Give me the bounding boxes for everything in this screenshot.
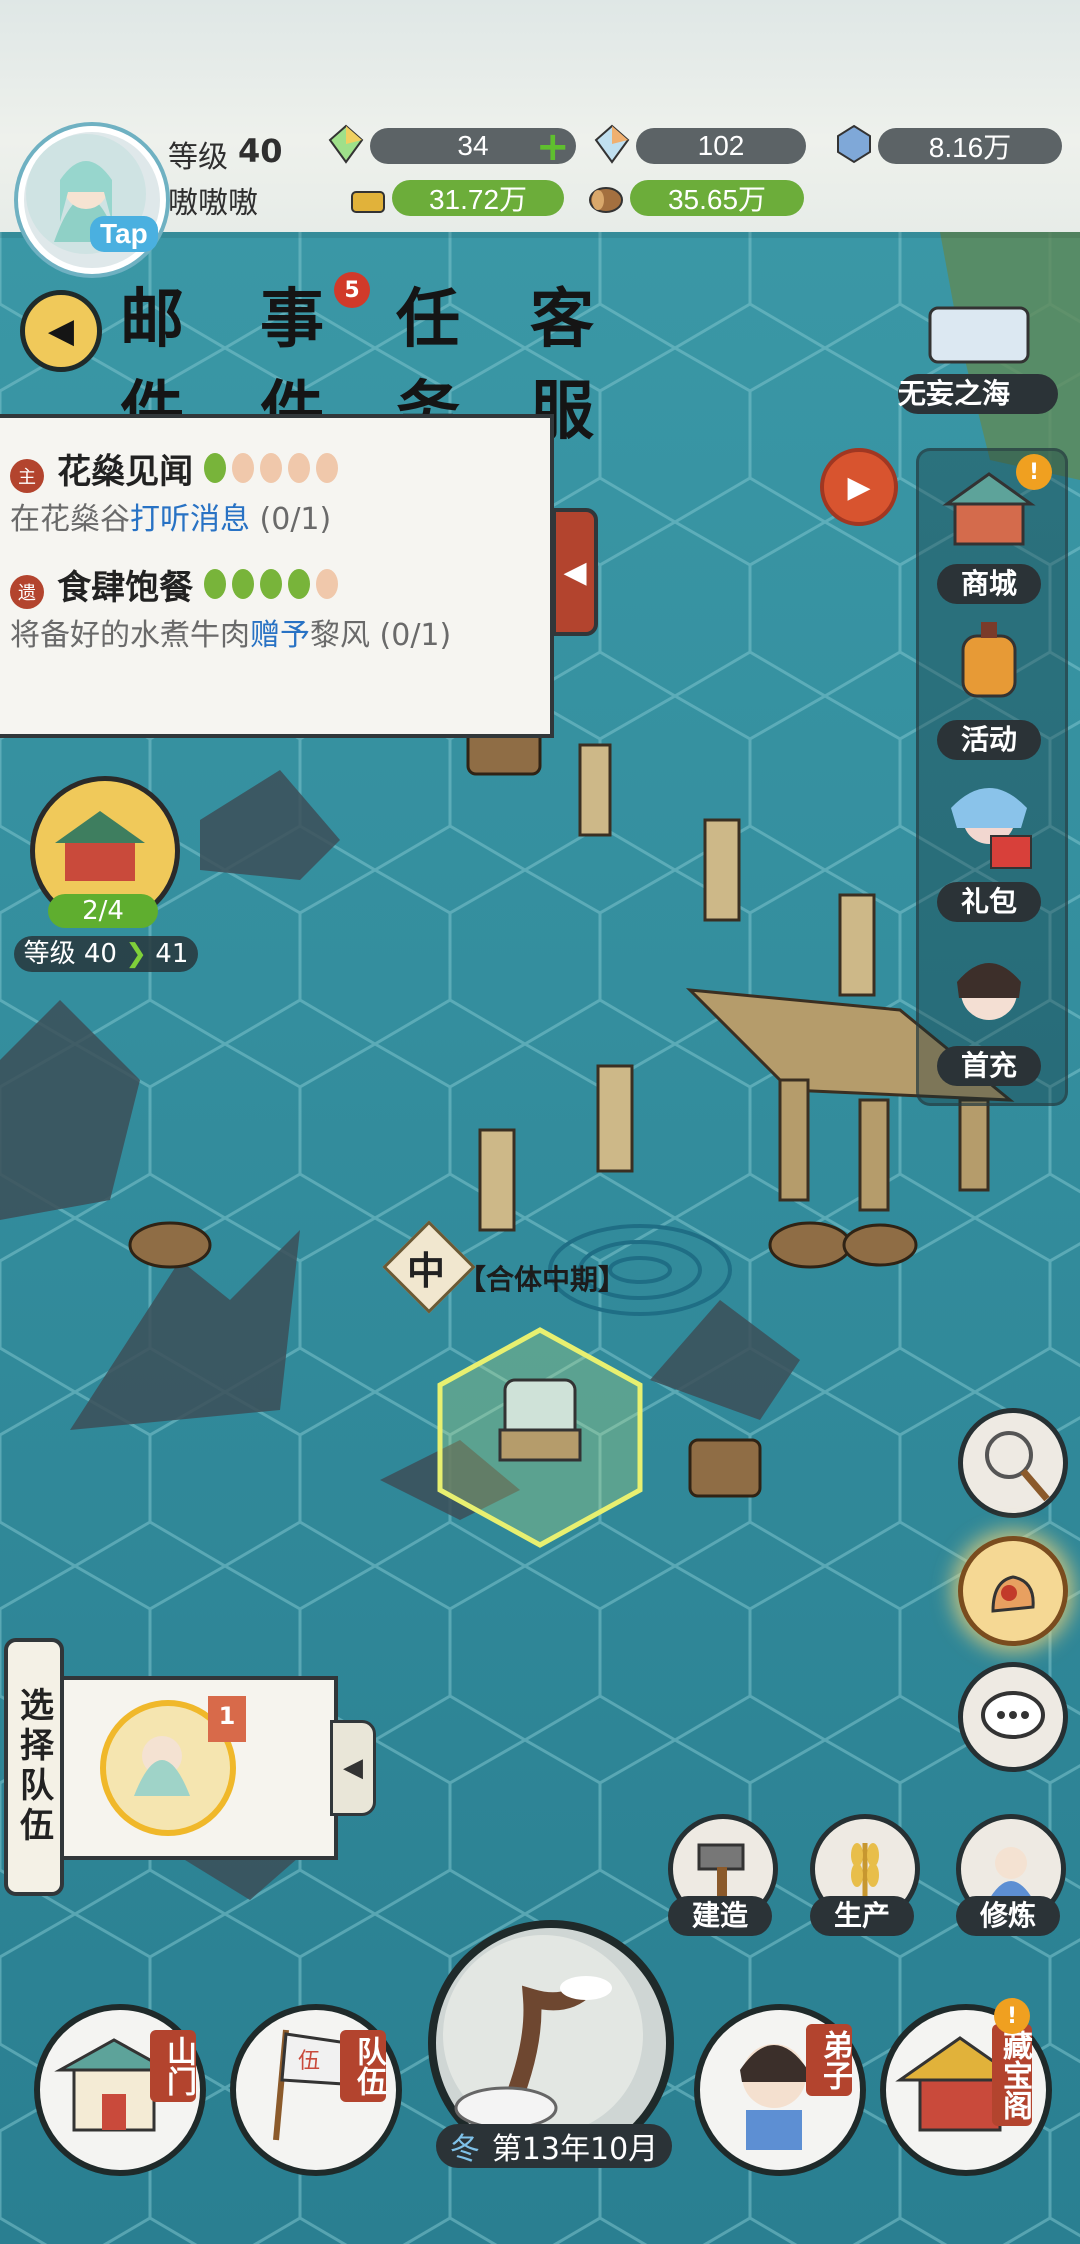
chat-bubble-icon: [981, 1691, 1045, 1739]
player-name: 嗷嗷嗷: [168, 186, 258, 221]
tab-service[interactable]: 客服: [530, 268, 650, 449]
season-label: 冬: [449, 2132, 480, 2167]
sidebar-item-label: 活动: [937, 720, 1041, 760]
quest-panel: 主 花燊见闻 在花燊谷打听消息 (0/1) 遗 食肆饱餐 将备好的水煮牛肉赠予黎…: [0, 414, 554, 738]
arrow-left-icon: ◀: [343, 1753, 363, 1783]
nav-treasure-pavilion-label: 藏宝阁: [992, 2024, 1032, 2126]
wood-icon: [589, 187, 623, 213]
quest-description: 在花燊谷打听消息 (0/1): [10, 501, 530, 539]
sidebar-item-label: 首充: [937, 1046, 1041, 1086]
arrow-right-icon: ▶: [847, 469, 871, 505]
resource-wood: 35.65万: [630, 180, 804, 216]
sidebar-item-label: 礼包: [937, 882, 1041, 922]
date-display: 冬 第13年10月: [436, 2124, 672, 2168]
hand-pointer-icon: [991, 1575, 1035, 1613]
collapse-left-button[interactable]: ◀: [20, 290, 102, 372]
quest-desc-text: 将备好的水煮牛肉: [10, 618, 250, 653]
quest-item-main[interactable]: 主 花燊见闻 在花燊谷打听消息 (0/1): [10, 444, 530, 539]
resource-value: 8.16万: [928, 132, 1012, 163]
sect-level-to: 41: [155, 939, 189, 969]
arrow-left-icon: ◀: [47, 311, 75, 351]
quest-item-side[interactable]: 遗 食肆饱餐 将备好的水煮牛肉赠予黎风 (0/1): [10, 560, 480, 655]
arrow-left-icon: ◀: [563, 554, 587, 590]
tab-tasks[interactable]: 任务: [396, 268, 516, 449]
team-member-portrait-icon: [134, 1736, 190, 1796]
quest-description: 将备好的水煮牛肉赠予黎风 (0/1): [10, 617, 480, 655]
region-label: 无妄之海: [898, 374, 1058, 414]
sect-progress: 2/4: [48, 894, 158, 928]
net-icon: [985, 1431, 1050, 1502]
resource-value: 102: [697, 130, 745, 161]
tap-label: Tap: [90, 216, 158, 252]
resource-gold: 31.72万: [392, 180, 564, 216]
nav-disciples-label: 弟子: [806, 2024, 852, 2096]
auto-explore-button[interactable]: [958, 1536, 1068, 1646]
winter-tree-icon: [443, 1935, 643, 2135]
nav-team-label: 队伍: [340, 2030, 386, 2102]
quest-progress-drops: [198, 569, 339, 603]
gold-icon: [351, 191, 385, 213]
events-badge: 5: [334, 272, 370, 308]
quest-desc-text: 在花燊谷: [10, 502, 130, 537]
sidebar-item-shop[interactable]: 商城 !: [934, 454, 1052, 604]
rainbow-crystal-icon: [328, 124, 364, 164]
first-recharge-icon: [957, 963, 1021, 1020]
resource-value: 35.65万: [667, 184, 767, 215]
quest-desc-link[interactable]: 赠予: [250, 618, 310, 653]
expand-sidebar-button[interactable]: ▶: [820, 448, 898, 526]
resource-rainbow-crystal-bound: 102: [636, 128, 806, 164]
net-button[interactable]: [958, 1408, 1068, 1518]
quest-tag-side: 遗: [10, 575, 44, 609]
resource-value: 34: [457, 130, 489, 161]
tab-events[interactable]: 事件 5: [260, 268, 380, 449]
rainbow-crystal-locked-icon: [594, 124, 630, 164]
map-scroll-icon: [928, 306, 1030, 364]
quest-title: 食肆饱餐: [57, 568, 194, 608]
cultivate-label: 修炼: [956, 1896, 1060, 1936]
quest-desc-count: 黎风 (0/1): [310, 618, 452, 653]
gift-icon: [951, 788, 1032, 869]
sidebar-item-events[interactable]: 活动: [934, 616, 1044, 760]
stage-label: 【合体中期】: [458, 1263, 627, 1296]
produce-label: 生产: [810, 1896, 914, 1936]
add-resource-button[interactable]: +: [536, 124, 570, 170]
stage-marker-text: 中: [406, 1249, 445, 1293]
sidebar-item-first-recharge[interactable]: 首充: [934, 942, 1044, 1086]
lantern-icon: [961, 622, 1017, 698]
quest-progress-drops: [198, 453, 339, 487]
blue-crystal-icon: [837, 124, 871, 164]
quest-title: 花燊见闻: [57, 452, 194, 492]
select-team-button[interactable]: 选择队伍: [4, 1638, 64, 1896]
chevron-right-icon: ❯: [125, 939, 148, 969]
date-label: 第13年10月: [491, 2132, 659, 2167]
collapse-team-button[interactable]: ◀: [330, 1720, 376, 1816]
level-value: 40: [238, 132, 283, 170]
resource-blue-crystal: 8.16万: [878, 128, 1062, 164]
quest-desc-link[interactable]: 打听消息: [130, 502, 250, 537]
sect-level-label: 等级: [23, 939, 76, 969]
tab-mail[interactable]: 邮件: [120, 268, 240, 449]
sidebar-item-label: 商城: [937, 564, 1041, 604]
region-button[interactable]: 无妄之海: [898, 300, 1058, 414]
quest-tag-main: 主: [10, 459, 44, 493]
level-label: 等级: [168, 140, 228, 175]
sect-level-from: 40: [83, 939, 117, 969]
alert-icon: !: [994, 1998, 1030, 2034]
quest-desc-count: (0/1): [250, 502, 332, 537]
nav-sect-gate-label: 山门: [150, 2030, 196, 2102]
chat-button[interactable]: [958, 1662, 1068, 1772]
alert-icon: !: [1016, 454, 1052, 490]
svg-text:伍: 伍: [298, 2049, 320, 2074]
team-flag-badge: 1: [208, 1696, 246, 1742]
collapse-quest-button[interactable]: ◀: [552, 508, 598, 636]
build-label: 建造: [668, 1896, 772, 1936]
sect-hall-icon: [55, 811, 145, 881]
sidebar-item-gift[interactable]: 礼包: [934, 778, 1044, 922]
sect-level-upgrade: 等级 40 ❯ 41: [14, 936, 198, 972]
resource-value: 31.72万: [428, 184, 528, 215]
